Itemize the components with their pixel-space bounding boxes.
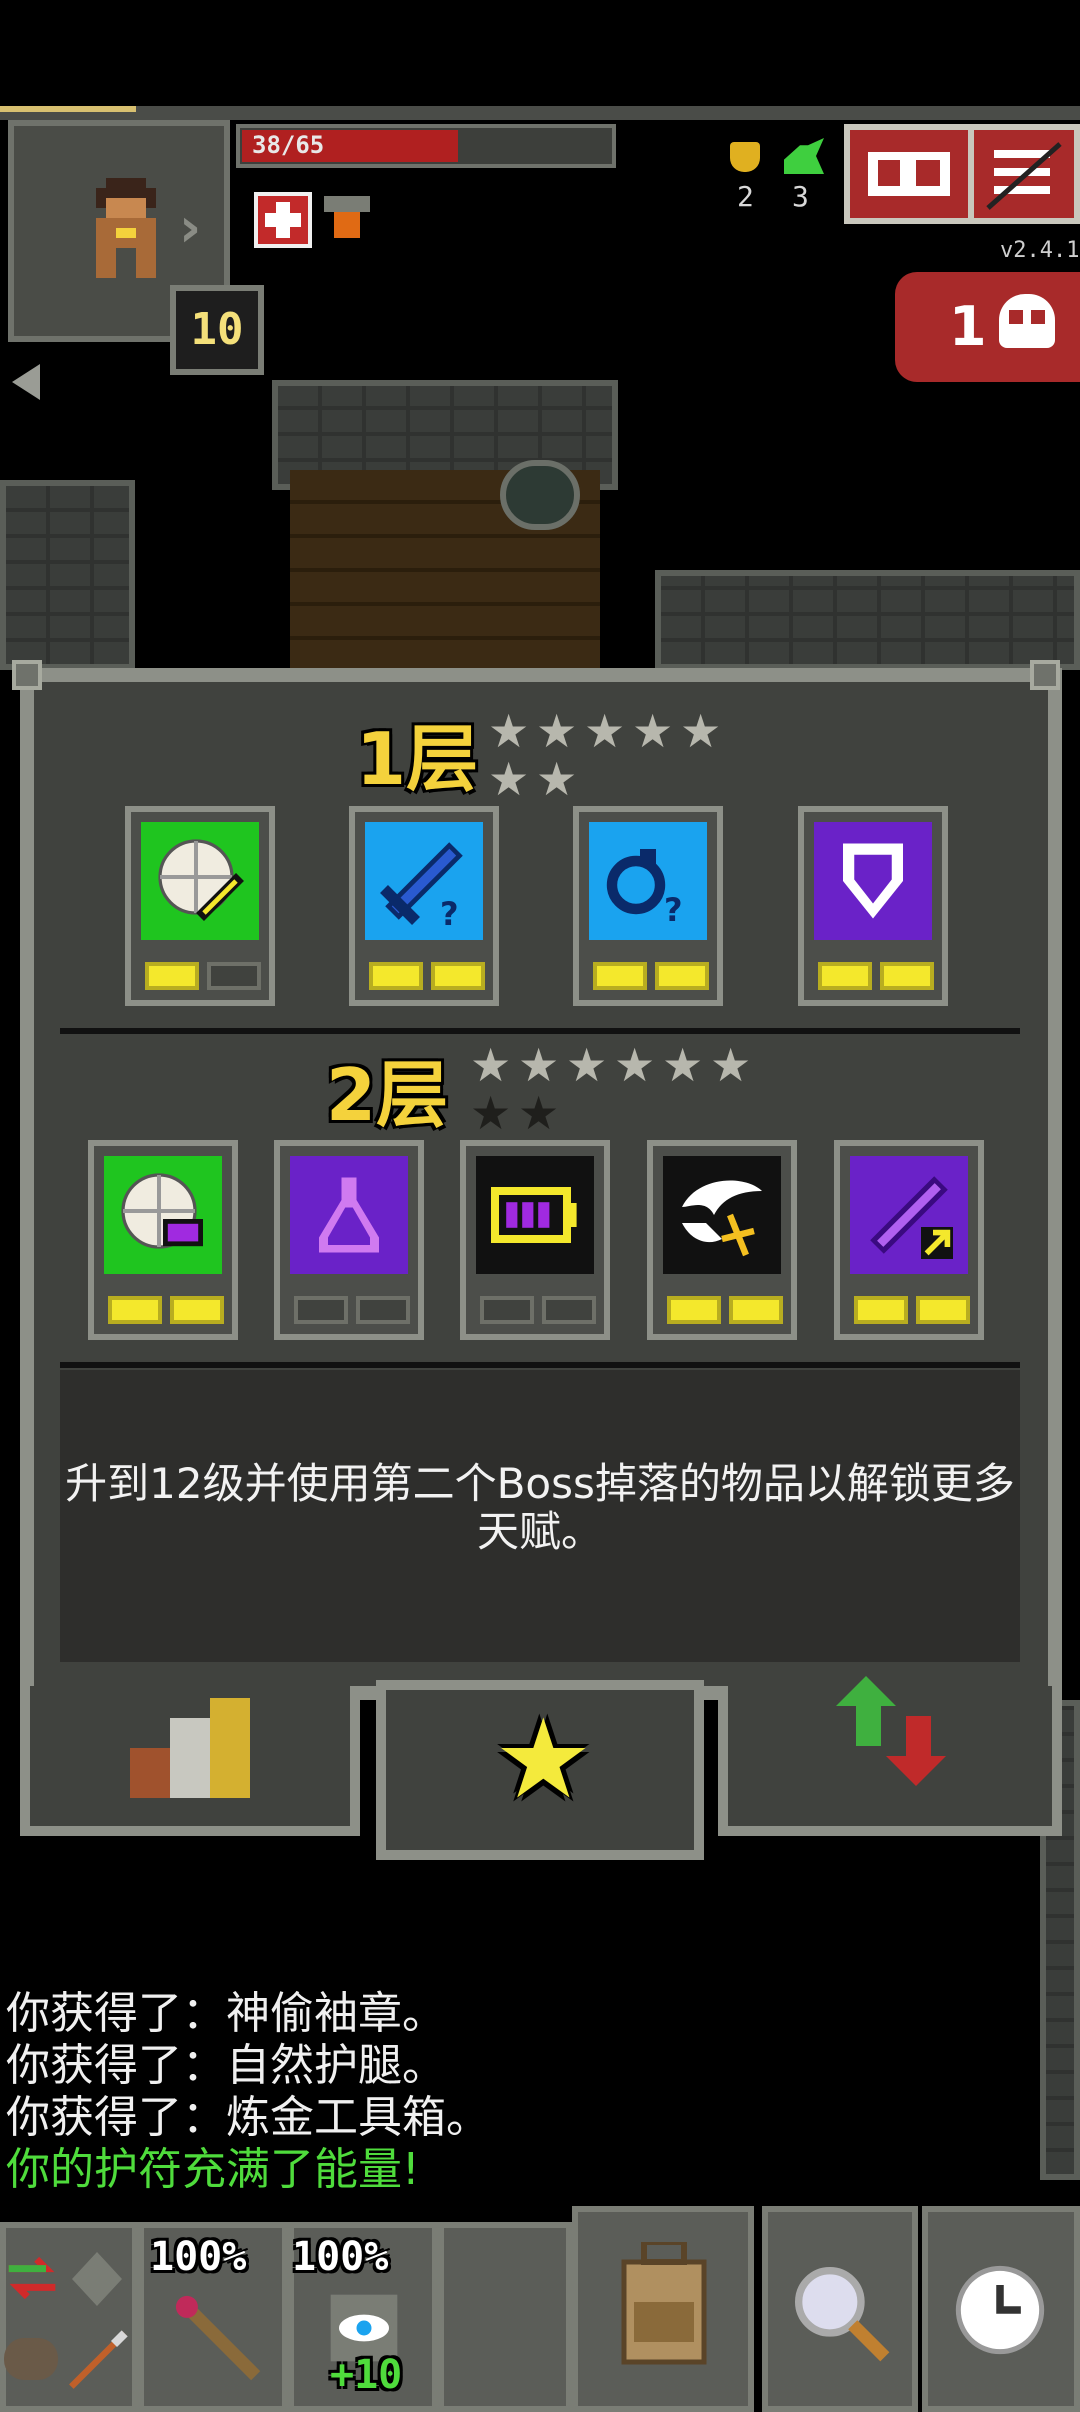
talent-description-panel: 升到12级并使用第二个Boss掉落的物品以解锁更多天赋。: [60, 1370, 1020, 1662]
up-down-arrows-icon: [836, 1676, 946, 1786]
tier2-star-dim-icon: ★: [518, 1086, 560, 1140]
tier2-star-icon: ★: [518, 1038, 560, 1092]
challenge-count: 2: [737, 180, 754, 213]
buff-icon-medkit[interactable]: [254, 192, 312, 248]
journal-icon: [868, 152, 950, 196]
wait-button[interactable]: [922, 2206, 1080, 2412]
tier1-star-icon: ★: [536, 704, 578, 758]
wings-icon: [682, 1180, 762, 1257]
talent-potion[interactable]: [274, 1140, 424, 1340]
log-line: 你获得了：炼金工具箱。: [6, 2092, 490, 2143]
log-line-highlight: 你的护符充满了能量!: [6, 2144, 420, 2195]
tier2-title: 2层: [326, 1053, 449, 1137]
quickslot-2-upgrade: +10: [330, 2352, 403, 2398]
health-text: 38/65: [252, 131, 325, 159]
swap-items-icon[interactable]: [4, 2250, 60, 2306]
battery-icon: [491, 1187, 577, 1243]
tier2-star-icon: ★: [470, 1038, 512, 1092]
experience-bar: [0, 106, 1080, 120]
challenge-trophy-icon: [730, 142, 760, 172]
log-line: 你获得了：神偷袖章。: [6, 1988, 446, 2039]
spear-slot-icon[interactable]: [66, 2328, 130, 2392]
svg-text:?: ?: [664, 891, 683, 929]
danger-count: 1: [949, 295, 987, 358]
talent-description-text: 升到12级并使用第二个Boss掉落的物品以解锁更多天赋。: [65, 1459, 1015, 1556]
menu-icon: [986, 142, 1062, 210]
talent-purple-sword[interactable]: [834, 1140, 984, 1340]
tab-level-up[interactable]: [718, 1676, 1062, 1836]
stone-slot-icon[interactable]: [4, 2338, 58, 2380]
tab-talents[interactable]: ★: [376, 1680, 704, 1860]
talent-blue-sword[interactable]: ?: [349, 806, 499, 1006]
backpack-button[interactable]: [572, 2206, 754, 2412]
window-corner: [12, 660, 42, 690]
shield-icon: [843, 843, 903, 919]
tier2-star-icon: ★: [662, 1038, 704, 1092]
side-arrow-icon[interactable]: [12, 364, 40, 400]
talent-wings[interactable]: [647, 1140, 797, 1340]
potion-icon: [319, 1177, 379, 1253]
search-button[interactable]: [762, 2206, 918, 2412]
quickslot-2-charge: 100%: [292, 2234, 389, 2280]
health-bar: 38/65: [236, 124, 616, 168]
tier1-title: 1层: [356, 717, 479, 801]
clock-icon: [955, 2265, 1045, 2355]
talent-purple-shield[interactable]: [798, 806, 948, 1006]
dungeon-wall: [655, 570, 1080, 670]
tier-separator: [60, 1362, 1020, 1368]
hero-sprite-icon: [96, 178, 156, 278]
shield-gem-icon: [121, 1173, 203, 1249]
window-corner: [1030, 660, 1060, 690]
talent-shield-sword[interactable]: [125, 806, 275, 1006]
shield-sword-icon: [158, 839, 244, 921]
message-log: 你获得了：神偷袖章。 你获得了：自然护腿。 你获得了：炼金工具箱。 你的护符充满…: [6, 1988, 490, 2196]
stats-bars-icon: [130, 1698, 250, 1798]
log-line: 你获得了：自然护腿。: [6, 2040, 446, 2091]
tier1-star-icon: ★: [488, 752, 530, 806]
tier2-star-icon: ★: [614, 1038, 656, 1092]
well-tile: [500, 460, 580, 530]
sword-arrow-icon: [870, 1176, 953, 1259]
magnifier-icon: [794, 2266, 890, 2362]
svg-text:?: ?: [440, 895, 459, 929]
hero-level-badge: 10: [170, 285, 264, 375]
wand-icon: [175, 2295, 261, 2381]
quickslot-3[interactable]: [438, 2222, 572, 2412]
key-icon: ?: [606, 849, 683, 929]
tab-stats[interactable]: [20, 1686, 360, 1836]
tier1-star-icon: ★: [584, 704, 626, 758]
dungeon-wall: [0, 480, 135, 670]
talent-blue-key[interactable]: ?: [573, 806, 723, 1006]
iron-key-icon: [784, 138, 824, 174]
talent-battery[interactable]: [460, 1140, 610, 1340]
iron-key-count: 3: [792, 180, 809, 213]
tier2-star-icon: ★: [710, 1038, 752, 1092]
sword-icon: ?: [380, 842, 463, 929]
talent-shield-purple[interactable]: [88, 1140, 238, 1340]
tier2-star-icon: ★: [566, 1038, 608, 1092]
tier1-star-icon: ★: [680, 704, 722, 758]
skull-icon: [999, 294, 1055, 348]
tier2-star-dim-icon: ★: [470, 1086, 512, 1140]
tier-separator: [60, 1028, 1020, 1034]
talents-star-icon: ★: [494, 1695, 593, 1823]
tier1-star-icon: ★: [536, 752, 578, 806]
version-label: v2.4.1: [1000, 238, 1080, 263]
buff-icon-anvil[interactable]: [320, 192, 376, 242]
tier1-star-icon: ★: [488, 704, 530, 758]
journal-button[interactable]: [844, 124, 974, 224]
tier1-star-icon: ★: [632, 704, 674, 758]
backpack-icon: [621, 2242, 707, 2365]
menu-button[interactable]: [968, 124, 1080, 224]
quickslot-1-charge: 100%: [150, 2234, 247, 2280]
expand-arrow-icon: ›: [179, 196, 202, 259]
danger-indicator-button[interactable]: 1: [895, 272, 1080, 382]
